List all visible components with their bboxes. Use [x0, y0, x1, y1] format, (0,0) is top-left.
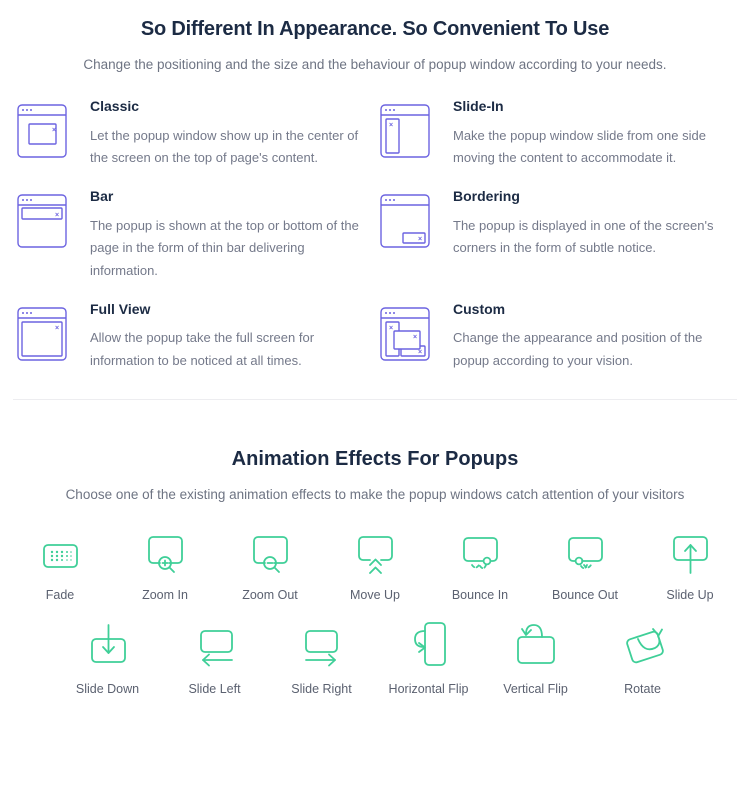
feature-row: × Full View Allow the popup take the ful…: [12, 301, 738, 391]
feature-grid: × Classic Let the popup window show up i…: [0, 98, 750, 391]
animation-label: Rotate: [624, 681, 661, 696]
feature-slide-in: × Slide-In Make the popup window slide f…: [375, 98, 738, 170]
zoom-out-magnifier-icon: [218, 524, 323, 579]
page-subtitle: Change the positioning and the size and …: [83, 57, 667, 72]
slide-right-arrow-icon: [268, 618, 375, 673]
feature-description: Make the popup window slide from one sid…: [453, 127, 706, 166]
page-root: So Different In Appearance. So Convenien…: [0, 0, 750, 800]
svg-text:×: ×: [55, 212, 59, 219]
animation-rotate[interactable]: Rotate: [589, 618, 696, 696]
browser-window-multi-popup-icon: × × ×: [375, 301, 435, 369]
animation-row: Fade Zoom In Zoom Out Move Up Bounce In …: [0, 524, 750, 602]
feature-title: Classic: [90, 98, 140, 114]
slide-left-arrow-icon: [161, 618, 268, 673]
animation-slide-right[interactable]: Slide Right: [268, 618, 375, 696]
rotate-icon: [589, 618, 696, 673]
animation-label: Slide Down: [75, 681, 140, 696]
feature-classic: × Classic Let the popup window show up i…: [12, 98, 375, 170]
animation-horizontal-flip[interactable]: Horizontal Flip: [375, 618, 482, 696]
browser-window-fullscreen-icon: ×: [12, 301, 72, 369]
bounce-out-icon: [533, 524, 638, 579]
animation-fade[interactable]: Fade: [8, 524, 113, 602]
feature-text: Bar The popup is shown at the top or bot…: [72, 188, 359, 283]
animation-slide-left[interactable]: Slide Left: [161, 618, 268, 696]
section-divider: [13, 398, 737, 400]
feature-text: Slide-In Make the popup window slide fro…: [435, 98, 722, 170]
animation-label: Bounce Out: [551, 587, 618, 602]
browser-window-side-panel-icon: ×: [375, 98, 435, 166]
feature-text: Bordering The popup is displayed in one …: [435, 188, 722, 283]
browser-window-top-bar-icon: ×: [12, 188, 72, 256]
animation-bounce-out[interactable]: Bounce Out: [533, 524, 638, 602]
animation-label: Slide Left: [188, 681, 241, 696]
feature-bordering: × Bordering The popup is displayed in on…: [375, 188, 738, 283]
svg-text:×: ×: [418, 236, 422, 243]
animation-label: Zoom In: [142, 587, 188, 602]
feature-bar: × Bar The popup is shown at the top or b…: [12, 188, 375, 283]
feature-description: Allow the popup take the full screen for…: [90, 330, 315, 369]
animation-section-title: Animation Effects For Popups: [231, 447, 519, 470]
popup-section-header: So Different In Appearance. So Convenien…: [0, 0, 750, 72]
feature-custom: × × × Custom Change the appearance and p…: [375, 301, 738, 373]
animation-move-up[interactable]: Move Up: [323, 524, 428, 602]
page-title: So Different In Appearance. So Convenien…: [140, 18, 610, 40]
animation-section: Animation Effects For Popups Choose one …: [0, 448, 750, 696]
svg-text:×: ×: [52, 127, 56, 134]
feature-text: Custom Change the appearance and positio…: [435, 301, 722, 373]
feature-text: Classic Let the popup window show up in …: [72, 98, 359, 170]
bounce-in-icon: [428, 524, 533, 579]
animation-label: Vertical Flip: [503, 681, 568, 696]
animation-section-subtitle: Choose one of the existing animation eff…: [65, 486, 685, 502]
animation-label: Move Up: [349, 587, 401, 602]
animation-bounce-in[interactable]: Bounce In: [428, 524, 533, 602]
animation-label: Bounce In: [451, 587, 509, 602]
svg-text:×: ×: [389, 325, 393, 332]
feature-description: Let the popup window show up in the cent…: [90, 127, 359, 166]
animation-label: Slide Up: [666, 587, 714, 602]
feature-title: Slide-In: [453, 98, 504, 114]
animation-zoom-out[interactable]: Zoom Out: [218, 524, 323, 602]
animation-label: Slide Right: [291, 681, 352, 696]
move-up-chevrons-icon: [323, 524, 428, 579]
animation-label: Horizontal Flip: [388, 681, 469, 696]
vertical-flip-icon: [482, 618, 589, 673]
feature-row: × Classic Let the popup window show up i…: [12, 98, 738, 188]
svg-text:×: ×: [418, 349, 422, 356]
svg-text:×: ×: [413, 334, 417, 341]
browser-window-center-popup-icon: ×: [12, 98, 72, 166]
feature-text: Full View Allow the popup take the full …: [72, 301, 359, 373]
animation-slide-down[interactable]: Slide Down: [54, 618, 161, 696]
fade-dots-icon: [8, 524, 113, 579]
animation-label: Fade: [45, 587, 75, 602]
feature-description: The popup is shown at the top or bottom …: [90, 217, 359, 279]
svg-text:×: ×: [389, 122, 393, 129]
browser-window-corner-notice-icon: ×: [375, 188, 435, 256]
animation-slide-up[interactable]: Slide Up: [638, 524, 743, 602]
feature-description: The popup is displayed in one of the scr…: [453, 217, 714, 256]
feature-full-view: × Full View Allow the popup take the ful…: [12, 301, 375, 373]
svg-text:×: ×: [55, 325, 59, 332]
animation-row: Slide Down Slide Left Slide Right Horizo…: [0, 618, 750, 696]
zoom-in-magnifier-icon: [113, 524, 218, 579]
feature-title: Full View: [90, 300, 151, 317]
animation-zoom-in[interactable]: Zoom In: [113, 524, 218, 602]
animation-vertical-flip[interactable]: Vertical Flip: [482, 618, 589, 696]
feature-row: × Bar The popup is shown at the top or b…: [12, 188, 738, 301]
animation-label: Zoom Out: [242, 587, 298, 602]
feature-title: Bordering: [453, 188, 520, 205]
feature-title: Custom: [453, 300, 506, 317]
feature-description: Change the appearance and position of th…: [453, 330, 703, 369]
slide-up-arrow-icon: [638, 524, 743, 579]
slide-down-arrow-icon: [54, 618, 161, 673]
feature-title: Bar: [90, 188, 114, 205]
horizontal-flip-icon: [375, 618, 482, 673]
